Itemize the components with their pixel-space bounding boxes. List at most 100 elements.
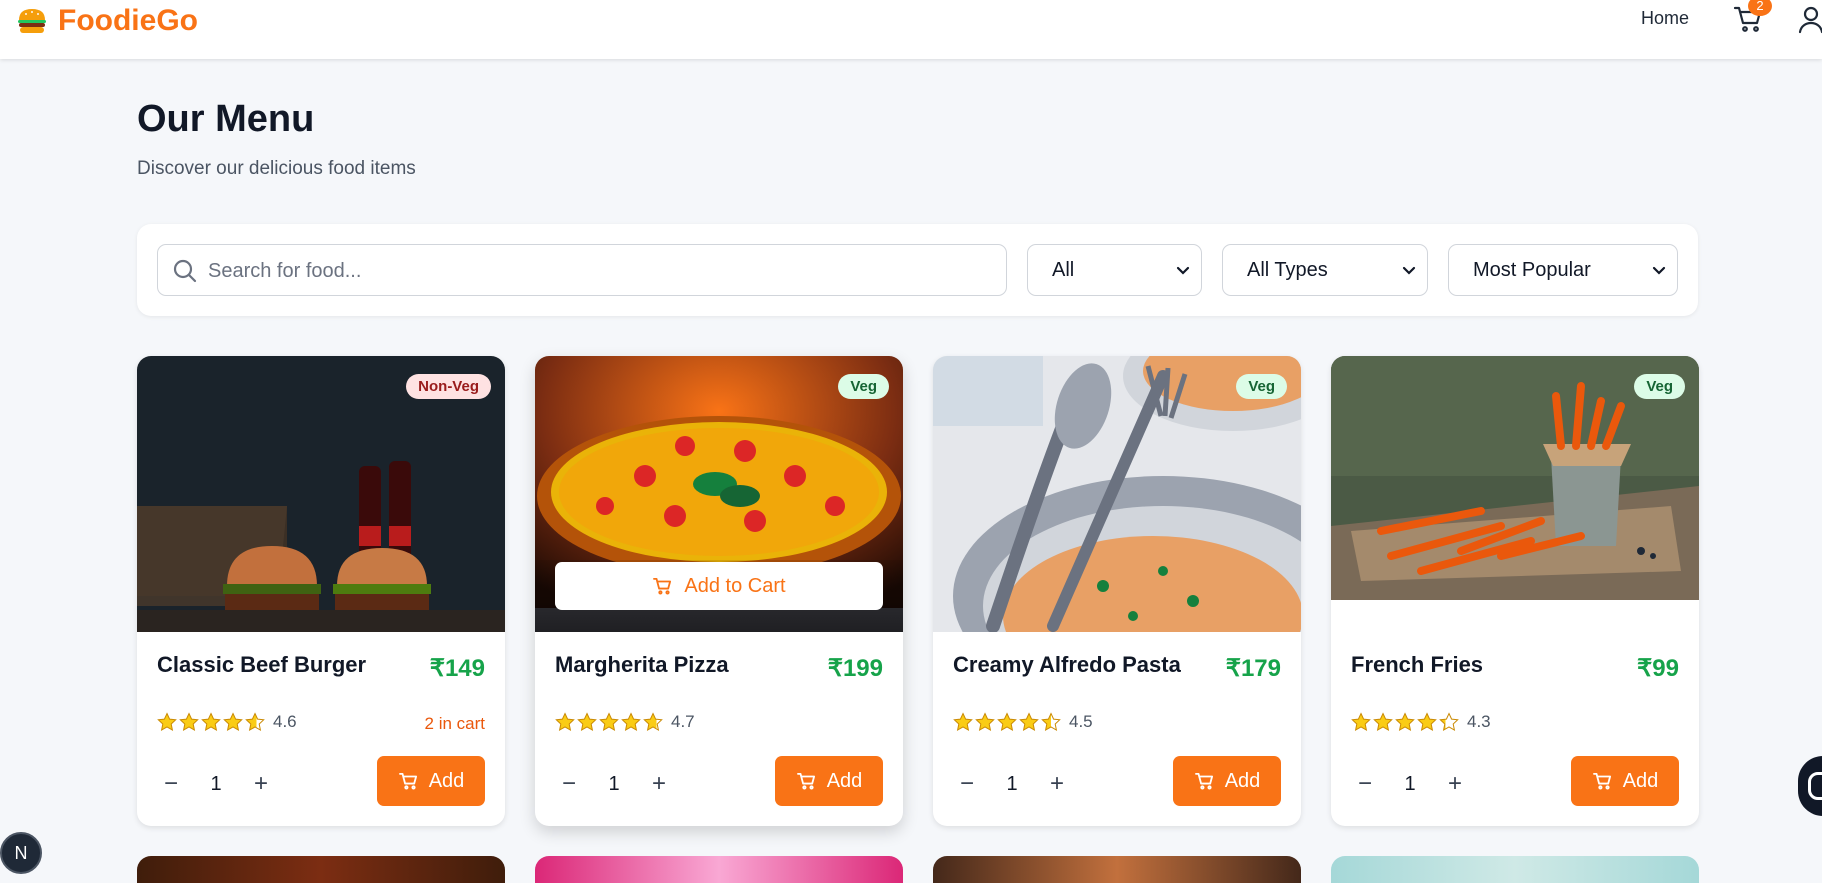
- top-navbar: FoodieGo Home 2: [0, 0, 1822, 59]
- chat-widget-button[interactable]: [1798, 756, 1822, 816]
- brand[interactable]: FoodieGo: [16, 4, 198, 38]
- chevron-down-icon: [1652, 266, 1666, 275]
- in-cart-count: 2 in cart: [424, 714, 485, 733]
- star-icon: [643, 712, 663, 731]
- cart-icon: [398, 772, 417, 790]
- brand-name: FoodieGo: [58, 4, 198, 37]
- rating: 4.7: [555, 712, 695, 732]
- item-name: French Fries: [1351, 652, 1484, 677]
- star-icon: [157, 712, 177, 731]
- food-card-peek[interactable]: [1331, 856, 1699, 883]
- rating-value: 4.3: [1467, 712, 1491, 731]
- rating-value: 4.5: [1069, 712, 1093, 731]
- page-subtitle: Discover our delicious food items: [137, 158, 416, 179]
- add-button[interactable]: Add: [1173, 756, 1281, 806]
- add-button-label: Add: [428, 769, 465, 792]
- star-icon: [1373, 712, 1393, 731]
- decrease-button[interactable]: −: [157, 760, 185, 808]
- increase-button[interactable]: +: [1043, 760, 1071, 808]
- star-icon: [245, 712, 265, 731]
- food-card-peek[interactable]: [137, 856, 505, 883]
- food-image-burger: Non-Veg: [137, 356, 505, 632]
- quantity-stepper: − 1 +: [157, 760, 275, 808]
- add-button-label: Add: [1224, 769, 1261, 792]
- chevron-down-icon: [1402, 266, 1416, 275]
- food-image-pasta: Veg: [933, 356, 1301, 632]
- star-icon: [1019, 712, 1039, 731]
- star-icon: [1351, 712, 1371, 731]
- food-card[interactable]: Veg French Fries ₹99 4.3 − 1 + Add: [1331, 356, 1699, 826]
- food-image-fries: Veg: [1331, 356, 1699, 600]
- item-price: ₹199: [827, 655, 883, 682]
- star-icon: [975, 712, 995, 731]
- increase-button[interactable]: +: [645, 760, 673, 808]
- star-icon: [577, 712, 597, 731]
- item-price: ₹179: [1225, 655, 1281, 682]
- star-icon: [621, 712, 641, 731]
- food-image-pizza: Veg Add to Cart: [535, 356, 903, 632]
- rating: 4.6: [157, 712, 297, 732]
- veg-badge: Veg: [1634, 374, 1685, 399]
- category-select[interactable]: All: [1027, 244, 1202, 296]
- nav-home-link[interactable]: Home: [1641, 8, 1689, 29]
- quantity-value: 1: [608, 772, 620, 795]
- veg-badge: Veg: [838, 374, 889, 399]
- increase-button[interactable]: +: [1441, 760, 1469, 808]
- add-button-label: Add: [826, 769, 863, 792]
- search-icon: [173, 259, 197, 283]
- dev-tools-badge[interactable]: N: [0, 832, 42, 874]
- star-icon: [555, 712, 575, 731]
- search-box[interactable]: [157, 244, 1007, 296]
- food-card[interactable]: Non-Veg Classic Beef Burger ₹149 4.6 2 i…: [137, 356, 505, 826]
- quantity-value: 1: [1404, 772, 1416, 795]
- item-price: ₹149: [429, 655, 485, 682]
- cart-count-badge: 2: [1748, 0, 1772, 16]
- type-select[interactable]: All Types: [1222, 244, 1428, 296]
- decrease-button[interactable]: −: [555, 760, 583, 808]
- search-input[interactable]: [208, 255, 988, 287]
- add-button[interactable]: Add: [1571, 756, 1679, 806]
- quantity-value: 1: [1006, 772, 1018, 795]
- star-icon: [997, 712, 1017, 731]
- star-icon: [1395, 712, 1415, 731]
- star-icon: [201, 712, 221, 731]
- star-icon: [1041, 712, 1061, 731]
- cart-icon: [1194, 772, 1213, 790]
- sort-select[interactable]: Most Popular: [1448, 244, 1678, 296]
- item-price: ₹99: [1637, 655, 1679, 682]
- add-button-label: Add: [1622, 769, 1659, 792]
- item-name: Creamy Alfredo Pasta: [953, 652, 1181, 677]
- star-icon: [953, 712, 973, 731]
- food-card[interactable]: Veg Add to Cart Margherita Pizza ₹199 4.…: [535, 356, 903, 826]
- type-select-value: All Types: [1247, 259, 1328, 281]
- quantity-stepper: − 1 +: [1351, 760, 1469, 808]
- user-icon[interactable]: [1796, 4, 1822, 34]
- star-icon: [1417, 712, 1437, 731]
- food-card-peek[interactable]: [535, 856, 903, 883]
- rating: 4.5: [953, 712, 1093, 732]
- increase-button[interactable]: +: [247, 760, 275, 808]
- category-select-value: All: [1052, 259, 1075, 281]
- chevron-down-icon: [1176, 266, 1190, 275]
- cart-icon: [653, 577, 672, 595]
- quantity-stepper: − 1 +: [555, 760, 673, 808]
- food-card-peek[interactable]: [933, 856, 1301, 883]
- chat-icon: [1808, 772, 1822, 800]
- add-button[interactable]: Add: [377, 756, 485, 806]
- burger-logo-icon: [18, 9, 46, 33]
- quantity-stepper: − 1 +: [953, 760, 1071, 808]
- star-icon: [599, 712, 619, 731]
- add-button[interactable]: Add: [775, 756, 883, 806]
- filter-bar: All All Types Most Popular: [137, 224, 1698, 316]
- add-to-cart-overlay-button[interactable]: Add to Cart: [555, 562, 883, 610]
- nonveg-badge: Non-Veg: [406, 374, 491, 399]
- add-to-cart-label: Add to Cart: [684, 574, 786, 597]
- decrease-button[interactable]: −: [1351, 760, 1379, 808]
- decrease-button[interactable]: −: [953, 760, 981, 808]
- veg-badge: Veg: [1236, 374, 1287, 399]
- star-icon: [179, 712, 199, 731]
- item-name: Classic Beef Burger: [157, 652, 367, 677]
- food-card[interactable]: Veg Creamy Alfredo Pasta ₹179 4.5 − 1 + …: [933, 356, 1301, 826]
- cart-icon: [796, 772, 815, 790]
- star-icon: [223, 712, 243, 731]
